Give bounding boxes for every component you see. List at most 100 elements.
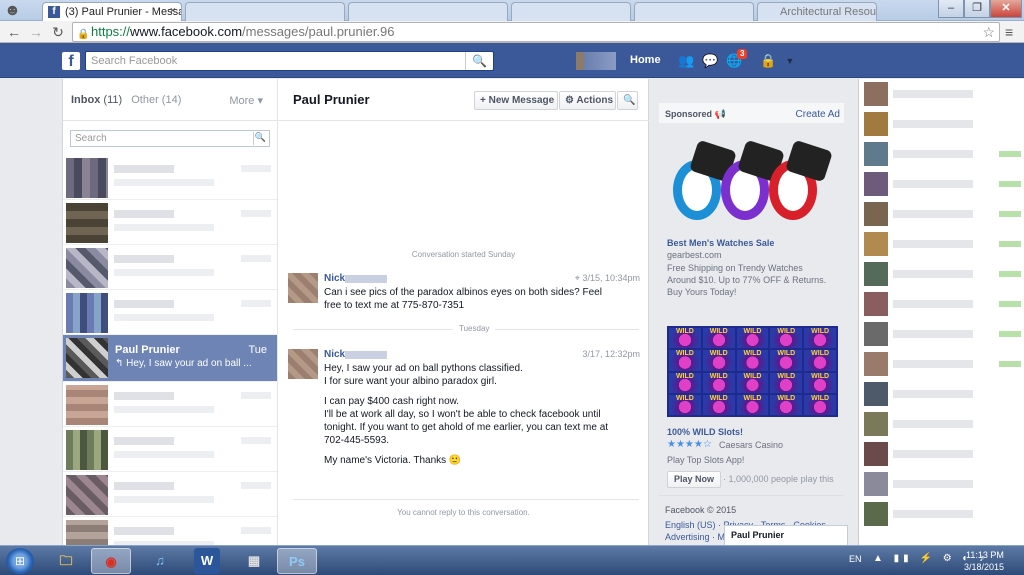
url-path: /messages/paul.prunier.96 [242,24,395,39]
chat-contact[interactable] [859,202,1024,226]
search-icon[interactable]: 🔍 [253,132,267,145]
conversation-search-icon[interactable]: 🔍 [617,91,638,110]
address-bar[interactable]: 🔒 https://www.facebook.com/messages/paul.… [72,22,1000,42]
home-link[interactable]: Home [630,54,661,66]
language-indicator[interactable]: EN [849,554,862,564]
sponsored-label: Sponsored 📢 [665,109,726,119]
create-ad-link[interactable]: Create Ad [796,109,840,120]
settings-chevron-down-icon[interactable]: ▼ [782,53,798,69]
sender-name[interactable]: Nick [324,273,345,284]
conversation-pane: Paul Prunier + New Message ⚙ Actions 🔍 C… [278,79,649,545]
chat-contact[interactable] [859,142,1024,166]
browser-toolbar: ← → ↻ 🔒 https://www.facebook.com/messages… [0,21,1024,43]
message-timestamp: 3/17, 12:32pm [582,349,640,359]
watch-ad-image[interactable] [667,135,837,230]
ad2-social-proof: · 1,000,000 people play this [723,474,834,484]
thread-item[interactable] [63,155,277,200]
browser-tab-active[interactable]: f (3) Paul Prunier - Message × [42,2,182,21]
thread-snippet: ↰ Hey, I saw your ad on ball ... [115,358,252,369]
facebook-logo-icon[interactable]: f [62,52,80,70]
ad1-title[interactable]: Best Men's Watches Sale [667,238,774,248]
forward-arrow-icon[interactable]: → [28,24,44,40]
ad1-domain[interactable]: gearbest.com [667,249,722,261]
clock-time[interactable]: 11:13 PM [966,550,1004,560]
chevron-down-icon: ▾ [257,95,263,107]
windows-explorer-icon[interactable]: 🗀 [46,548,86,574]
browser-tab[interactable] [634,2,754,21]
avatar [66,338,108,378]
calculator-icon[interactable]: ▦ [234,548,274,574]
sender-avatar[interactable] [288,349,318,379]
chat-contact[interactable] [859,112,1024,136]
browser-tab[interactable] [185,2,345,21]
search-icon[interactable]: 🔍 [465,52,493,70]
chat-tab[interactable]: Paul Prunier [724,525,848,545]
word-icon[interactable]: W [194,548,220,574]
sender-surname-redacted [345,275,387,283]
chrome-user-icon[interactable]: ☻ [4,2,28,20]
facebook-search-input[interactable]: Search Facebook [85,51,494,71]
chat-contact[interactable] [859,472,1024,496]
tab-close-icon[interactable]: × [170,5,176,17]
chat-contact[interactable] [859,232,1024,256]
browser-tab[interactable]: Architectural Resour [757,2,877,21]
thread-item[interactable] [63,290,277,335]
messages-panel: Inbox (11) Other (14) More ▾ Search 🔍 Pa… [62,79,649,562]
thread-item-selected[interactable]: Paul Prunier Tue ↰ Hey, I saw your ad on… [63,335,277,382]
chat-contact[interactable] [859,262,1024,286]
more-dropdown[interactable]: More ▾ [229,94,263,107]
thread-item[interactable] [63,382,277,427]
chat-contact[interactable] [859,172,1024,196]
chat-contact[interactable] [859,352,1024,376]
thread-search-input[interactable]: Search 🔍 [70,130,270,147]
ad2-tagline: Play Top Slots App! [667,455,745,465]
clock-date[interactable]: 3/18/2015 [964,562,1004,572]
close-window-button[interactable]: ✕ [990,0,1022,18]
thread-item[interactable] [63,472,277,517]
profile-avatar[interactable] [576,52,616,70]
thread-item[interactable] [63,200,277,245]
megaphone-icon: 📢 [714,109,726,119]
tab-inbox[interactable]: Inbox (11) [71,94,122,106]
reload-icon[interactable]: ↻ [50,24,66,40]
chrome-icon[interactable]: ◉ [91,548,131,574]
chrome-menu-icon[interactable]: ≡ [1005,24,1013,40]
browser-tab[interactable] [348,2,508,21]
chat-contact[interactable] [859,82,1024,106]
sender-avatar[interactable] [288,273,318,303]
avatar [864,232,888,256]
browser-tab[interactable] [511,2,631,21]
play-now-button[interactable]: Play Now [667,471,722,488]
friend-requests-icon[interactable]: 👥 [678,53,694,69]
back-arrow-icon[interactable]: ← [6,24,22,40]
chat-contact[interactable] [859,322,1024,346]
maximize-button[interactable]: ❐ [964,0,990,18]
chat-contact[interactable] [859,442,1024,466]
chat-contact[interactable] [859,412,1024,436]
avatar [66,248,108,288]
actions-button[interactable]: ⚙ Actions [559,91,616,110]
sender-name[interactable]: Nick [324,349,345,360]
chat-contact[interactable] [859,382,1024,406]
thread-item[interactable] [63,245,277,290]
privacy-lock-icon[interactable]: 🔒 [760,53,776,69]
messages-icon[interactable]: 💬 [702,53,718,69]
avatar [864,382,888,406]
copyright: Facebook © 2015 [665,505,737,515]
minimize-button[interactable]: – [938,0,964,18]
plus-icon: + [480,95,486,106]
slots-ad-image[interactable] [667,326,838,417]
windows-start-icon[interactable]: ⊞ [6,548,34,574]
new-message-button[interactable]: + New Message [474,91,558,110]
rating-stars-icon: ★★★★☆ [667,439,712,450]
chat-contact[interactable] [859,292,1024,316]
avatar [66,203,108,243]
lock-icon: 🔒 [77,29,90,40]
tab-other[interactable]: Other (14) [131,94,181,106]
bookmark-star-icon[interactable]: ☆ [982,23,995,41]
chat-contact[interactable] [859,502,1024,526]
itunes-icon[interactable]: ♫ [140,548,180,574]
photoshop-icon[interactable]: Ps [277,548,317,574]
thread-item[interactable] [63,427,277,472]
ad2-title[interactable]: 100% WILD Slots! [667,427,743,437]
